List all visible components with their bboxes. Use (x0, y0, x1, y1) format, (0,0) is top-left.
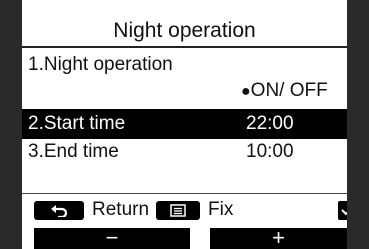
device-bezel-left (0, 0, 22, 249)
footer-guide: Return Fix (22, 196, 347, 224)
menu-item-end-time[interactable]: 3.End time 10:00 (22, 137, 347, 167)
end-time-value: 10:00 (246, 141, 294, 162)
title-divider (22, 46, 347, 48)
menu-item-start-time[interactable]: 2.Start time 22:00 (22, 109, 347, 139)
page-title: Night operation (113, 19, 256, 42)
menu-item-label: 3.End time (28, 141, 119, 162)
on-off-value: ON/ OFF (250, 80, 328, 101)
footer-divider (22, 193, 347, 194)
checkmark-icon (341, 209, 347, 216)
fix-label: Fix (208, 199, 234, 220)
device-bezel-right (347, 0, 369, 249)
lcd-screen: Night operation 1.Night operation ●ON/ O… (22, 0, 347, 249)
menu-icon (170, 204, 186, 217)
menu-item-night-operation[interactable]: 1.Night operation (22, 50, 347, 80)
radio-selected-icon: ● (241, 83, 251, 100)
menu-item-label: 2.Start time (28, 113, 126, 134)
plus-button[interactable]: + (210, 227, 347, 249)
button-gap (190, 228, 210, 249)
return-arrow-icon (51, 205, 68, 217)
return-key[interactable] (34, 201, 84, 220)
menu-key[interactable] (156, 201, 200, 220)
minus-button[interactable]: − (34, 227, 190, 249)
menu-item-label: 1.Night operation (28, 54, 173, 75)
night-operation-value[interactable]: ●ON/ OFF (241, 79, 328, 104)
start-time-value: 22:00 (246, 113, 294, 134)
check-key[interactable] (338, 201, 347, 220)
return-label: Return (92, 199, 150, 220)
